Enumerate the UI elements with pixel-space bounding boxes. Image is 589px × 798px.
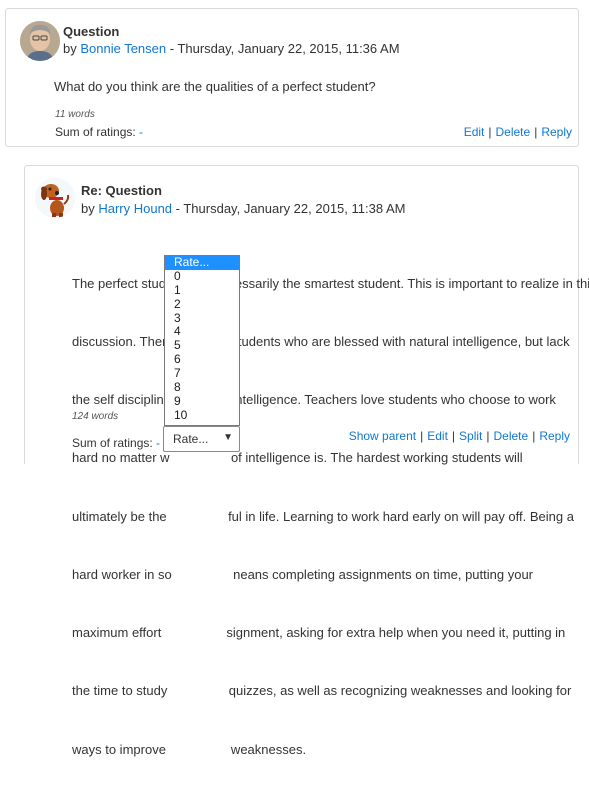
avatar[interactable] — [35, 178, 75, 218]
delete-link[interactable]: Delete — [494, 429, 529, 443]
separator: | — [420, 429, 424, 443]
post-content: What do you think are the qualities of a… — [54, 79, 376, 94]
rating-option[interactable]: 0 — [165, 269, 239, 284]
sum-of-ratings-value[interactable]: - — [139, 125, 143, 139]
avatar[interactable] — [20, 21, 60, 61]
author-link[interactable]: Bonnie Tensen — [80, 41, 166, 56]
content-line: maximum effort signment, asking for extr… — [72, 625, 566, 641]
content-line: ways to improve weaknesses. — [72, 741, 307, 757]
delete-link[interactable]: Delete — [496, 125, 531, 139]
reply-link[interactable]: Reply — [541, 125, 572, 139]
post-byline: by Harry Hound - Thursday, January 22, 2… — [81, 201, 405, 216]
sum-of-ratings: Sum of ratings: - — [72, 436, 160, 450]
sum-of-ratings-value[interactable]: - — [156, 436, 160, 450]
rating-dropdown-list: Rate... 0 1 2 3 4 5 6 7 8 9 10 — [164, 255, 240, 426]
separator: | — [486, 429, 490, 443]
post-date: - Thursday, January 22, 2015, 11:36 AM — [166, 41, 400, 56]
word-count: 11 words — [55, 109, 95, 120]
rating-option[interactable]: 9 — [165, 394, 239, 409]
rating-select-value: Rate... — [173, 432, 209, 446]
dropdown-arrow-icon: ▼ — [223, 432, 233, 443]
rating-option[interactable]: 2 — [165, 297, 239, 312]
show-parent-link[interactable]: Show parent — [349, 429, 416, 443]
content-line: the self discipline intelligence. Teache… — [72, 392, 556, 408]
post-commands: Show parent | Edit | Split | Delete | Reply — [349, 429, 570, 443]
rating-option[interactable]: 6 — [165, 352, 239, 367]
post-commands: Edit | Delete | Reply — [464, 125, 572, 139]
rating-option[interactable]: 3 — [165, 311, 239, 326]
by-prefix: by — [63, 41, 81, 56]
sum-of-ratings-label: Sum of ratings: — [72, 436, 157, 450]
rating-option[interactable]: 8 — [165, 380, 239, 395]
by-prefix: by — [81, 201, 99, 216]
rating-option[interactable]: 1 — [165, 283, 239, 298]
edit-link[interactable]: Edit — [464, 125, 485, 139]
post-content: The perfect student isn't necessarily th… — [72, 235, 589, 798]
reply-link[interactable]: Reply — [539, 429, 570, 443]
rating-option[interactable]: 10 — [165, 408, 239, 423]
rating-option[interactable]: 5 — [165, 338, 239, 353]
content-line: hard worker in so neans completing assig… — [72, 566, 533, 582]
separator: | — [488, 125, 492, 139]
forum-post: Question by Bonnie Tensen - Thursday, Ja… — [5, 8, 579, 147]
post-subject: Re: Question — [81, 183, 162, 198]
post-byline: by Bonnie Tensen - Thursday, January 22,… — [63, 41, 400, 56]
post-date: - Thursday, January 22, 2015, 11:38 AM — [172, 201, 406, 216]
rating-option[interactable]: 7 — [165, 366, 239, 381]
post-subject: Question — [63, 24, 120, 39]
forum-post-reply: Re: Question by Harry Hound - Thursday, … — [24, 165, 589, 757]
rating-option[interactable]: Rate... — [165, 255, 239, 270]
rating-option[interactable]: 4 — [165, 325, 239, 339]
content-line: the time to study quizzes, as well as re… — [72, 683, 572, 699]
word-count: 124 words — [72, 411, 119, 422]
split-link[interactable]: Split — [459, 429, 482, 443]
content-line: discussion. There students who are bless… — [72, 334, 570, 350]
dog-avatar-icon — [35, 178, 75, 218]
separator: | — [451, 429, 456, 443]
separator: | — [534, 125, 538, 139]
sum-of-ratings-label: Sum of ratings: — [55, 125, 140, 139]
content-line: hard no matter w of intelligence is. The… — [72, 450, 523, 466]
content-line: The perfect student isn't necessarily th… — [72, 275, 589, 291]
separator: | — [532, 429, 536, 443]
author-link[interactable]: Harry Hound — [98, 201, 172, 216]
sum-of-ratings: Sum of ratings: - — [55, 125, 143, 139]
avatar-photo — [20, 21, 60, 61]
edit-link[interactable]: Edit — [427, 429, 448, 443]
content-line: ultimately be the ful in life. Learning … — [72, 508, 574, 524]
rating-select[interactable]: Rate... ▼ — [163, 426, 240, 452]
